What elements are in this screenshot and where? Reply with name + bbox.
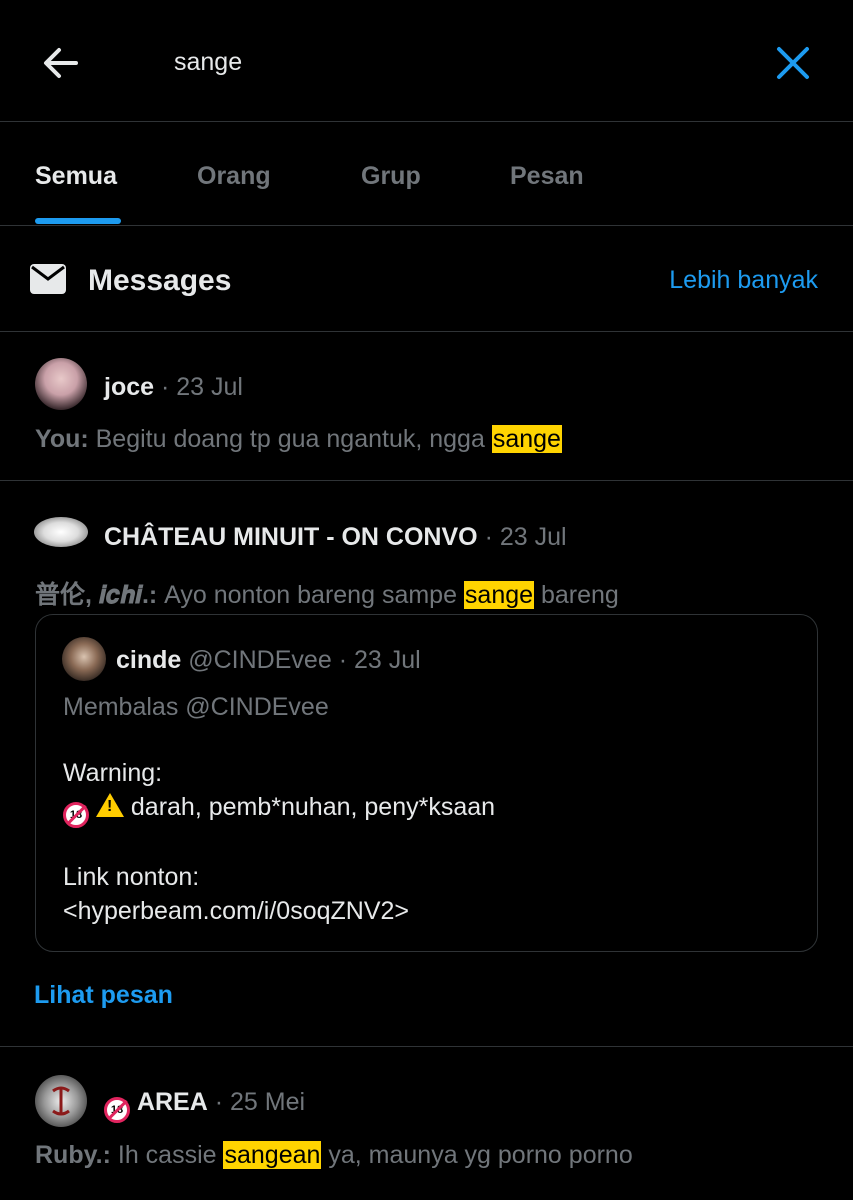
quoted-date: 23 Jul [353,646,421,674]
quoted-text-line: 18 darah, pemb*nuhan, peny*ksaan [63,793,495,828]
arrow-left-icon [44,48,78,78]
tab-orang[interactable]: Orang [197,162,271,191]
message-preview: Ruby.: Ih cassie sangean ya, maunya yg p… [35,1141,633,1170]
active-tab-indicator [35,218,121,224]
tab-grup[interactable]: Grup [361,162,421,191]
conversation-header: 18 AREA · 25 Mei [104,1088,305,1123]
message-date: 25 Mei [230,1088,306,1116]
avatar [35,1075,87,1127]
area-logo-icon [52,1086,70,1116]
reply-to-label: Membalas @CINDEvee [63,693,329,721]
preview-text: Begitu doang tp gua ngantuk, ngga [88,425,492,453]
no-under-18-icon: 18 [63,802,89,828]
conversation-name: CHÂTEAU MINUIT - ON CONVO [104,523,478,551]
quoted-avatar [62,637,106,681]
messages-section-header: Messages Lebih banyak [0,226,853,332]
quoted-handle: @CINDEvee [188,646,332,674]
search-highlight: sangean [223,1141,322,1169]
warning-icon [95,793,124,817]
quoted-link[interactable]: <hyperbeam.com/i/0soqZNV2> [63,897,409,926]
sender-label: You: [35,425,89,453]
group-avatar [34,517,88,547]
quoted-text-line: Warning: [63,759,163,787]
message-preview: 普伦, 𝒊𝒄𝒉𝒊.: Ayo nonton bareng sampe sange… [35,575,619,611]
tab-semua[interactable]: Semua [35,162,117,191]
section-title: Messages [88,264,232,297]
search-header: sange [0,0,853,122]
message-preview: You: Begitu doang tp gua ngantuk, ngga s… [35,425,562,454]
preview-text-after: ya, maunya yg porno porno [321,1141,633,1169]
quoted-name: cinde [116,646,182,674]
view-message-link[interactable]: Lihat pesan [34,981,173,1010]
quoted-text-line: Link nonton: [63,863,200,891]
quoted-post[interactable]: cinde @CINDEvee · 23 Jul Membalas @CINDE… [35,614,818,952]
search-input[interactable]: sange [174,48,242,77]
conversation-header: joce · 23 Jul [104,373,243,402]
preview-text: Ih cassie [110,1141,224,1169]
separator-dot: · [338,646,354,674]
envelope-icon [30,264,66,294]
more-link[interactable]: Lebih banyak [669,266,818,295]
conversation-header: CHÂTEAU MINUIT - ON CONVO · 23 Jul [104,523,567,552]
message-result[interactable]: joce · 23 Jul You: Begitu doang tp gua n… [0,332,853,481]
message-date: 23 Jul [176,373,243,401]
quoted-header: cinde @CINDEvee · 23 Jul [116,646,421,675]
tab-pesan[interactable]: Pesan [510,162,584,191]
search-tabs: Semua Orang Grup Pesan [0,122,853,226]
preview-text: Ayo nonton bareng sampe [157,581,464,609]
search-highlight: sange [491,425,562,453]
conversation-name: AREA [136,1088,208,1116]
message-result[interactable]: 18 AREA · 25 Mei Ruby.: Ih cassie sangea… [0,1047,853,1200]
conversation-name: joce [104,373,155,401]
no-under-18-icon: 18 [104,1097,130,1123]
separator-dot: · [484,523,500,551]
quoted-warning-text: darah, pemb*nuhan, peny*ksaan [123,793,496,821]
back-button[interactable] [40,42,82,84]
separator-dot: · [160,373,177,401]
clear-search-button[interactable] [774,44,812,82]
sender-label: 普伦, 𝒊𝒄𝒉𝒊.: [35,581,158,609]
message-result[interactable]: CHÂTEAU MINUIT - ON CONVO · 23 Jul 普伦, 𝒊… [0,481,853,1047]
close-icon [777,47,809,79]
separator-dot: · [214,1088,231,1116]
preview-text-after: bareng [534,581,619,609]
avatar [35,358,87,410]
sender-label: Ruby.: [35,1141,111,1169]
search-highlight: sange [463,581,535,609]
message-date: 23 Jul [499,523,567,551]
